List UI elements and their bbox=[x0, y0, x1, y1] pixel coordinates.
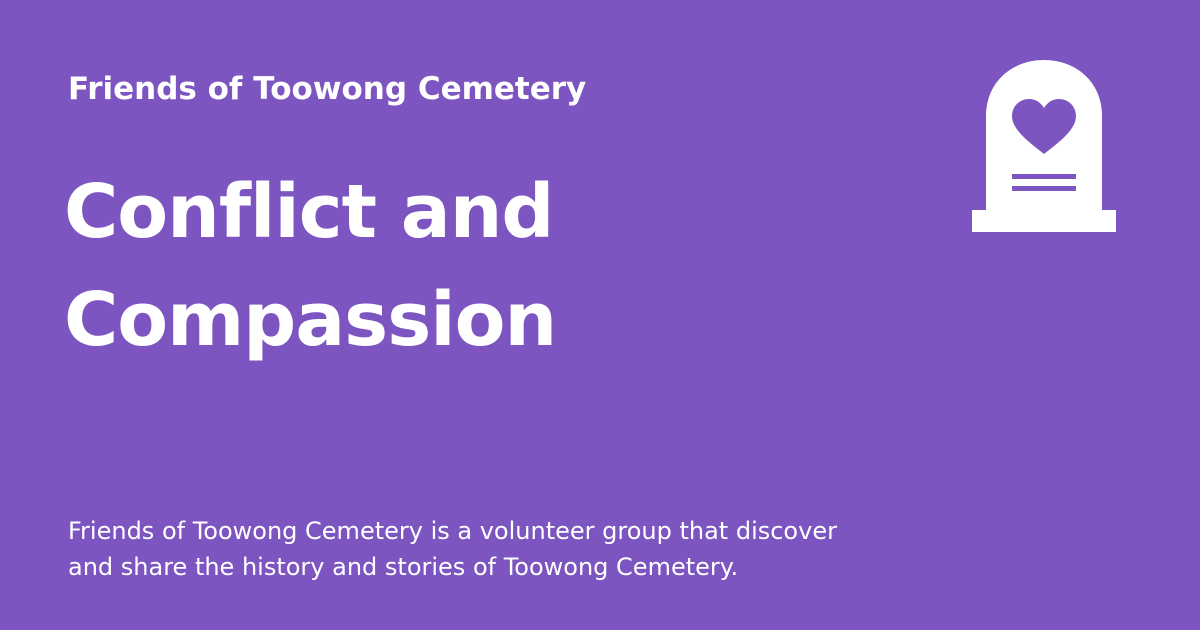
page-title-line-2: Compassion bbox=[64, 277, 557, 363]
headstone-base bbox=[972, 210, 1116, 232]
headstone-with-heart-icon bbox=[972, 60, 1116, 232]
site-name: Friends of Toowong Cemetery bbox=[68, 71, 587, 107]
engraved-line-2 bbox=[1012, 186, 1076, 191]
engraved-line-1 bbox=[1012, 174, 1076, 179]
headstone-icon-graphic bbox=[972, 60, 1116, 232]
site-description-line-1: Friends of Toowong Cemetery is a volunte… bbox=[68, 517, 837, 545]
social-card: Friends of Toowong Cemetery Conflict and… bbox=[0, 0, 1200, 630]
page-title: Conflict and Compassion bbox=[64, 158, 884, 374]
site-description-line-2: and share the history and stories of Too… bbox=[68, 553, 739, 581]
site-description: Friends of Toowong Cemetery is a volunte… bbox=[68, 513, 968, 585]
page-title-line-1: Conflict and bbox=[64, 169, 554, 255]
